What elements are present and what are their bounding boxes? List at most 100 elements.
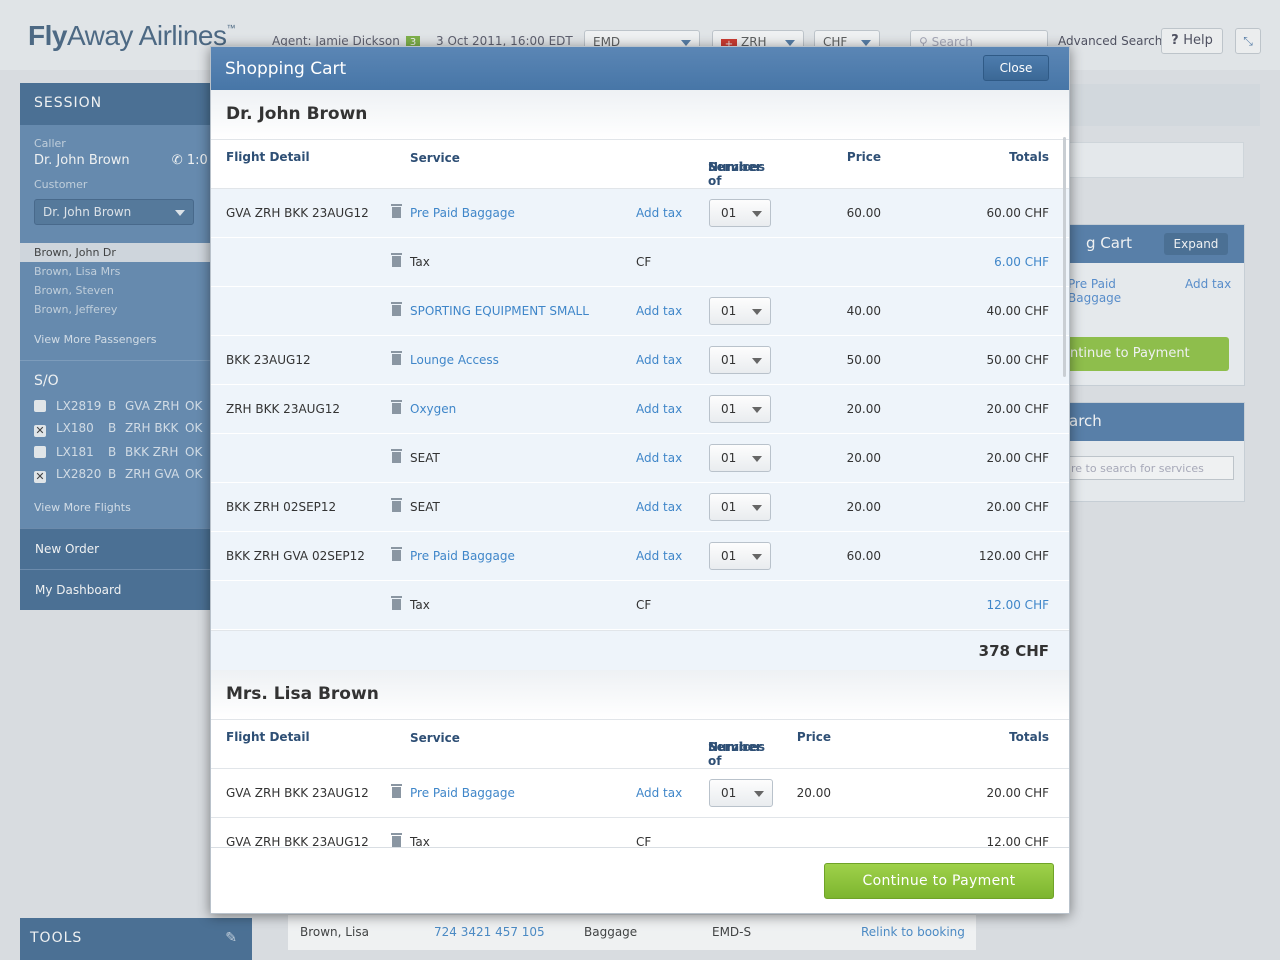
chevron-down-icon	[752, 407, 762, 413]
quantity-select[interactable]: 01	[709, 346, 771, 374]
table-row: GVA ZRH BKK 23AUG12 Tax CF 12.00 CHF	[211, 818, 1069, 848]
chevron-down-icon	[754, 791, 764, 797]
trash-icon[interactable]	[391, 351, 402, 365]
flight-detail: BKK 23AUG12	[226, 353, 311, 367]
service-name[interactable]: Lounge Access	[410, 353, 499, 367]
col-flight-detail: Flight Detail	[226, 730, 310, 744]
total[interactable]: 6.00 CHF	[994, 255, 1049, 269]
trash-icon[interactable]	[391, 498, 402, 512]
total: 50.00 CHF	[986, 353, 1049, 367]
price: 50.00	[846, 353, 881, 367]
continue-to-payment-button[interactable]: Continue to Payment	[824, 863, 1054, 899]
trash-icon[interactable]	[391, 302, 402, 316]
passenger-name: Dr. John Brown	[211, 90, 1069, 140]
flight-detail: GVA ZRH BKK 23AUG12	[226, 206, 369, 220]
modal-header: Shopping Cart Close	[211, 47, 1069, 90]
table-row: Tax CF 6.00 CHF	[211, 238, 1069, 287]
service-name[interactable]: Pre Paid Baggage	[410, 549, 515, 563]
trash-icon[interactable]	[391, 596, 402, 610]
add-tax-link[interactable]: Add tax	[636, 304, 682, 318]
trash-icon[interactable]	[391, 547, 402, 561]
quantity-select[interactable]: 01	[709, 493, 771, 521]
quantity-select[interactable]: 01	[709, 542, 771, 570]
table-row: SEAT Add tax 01 20.00 20.00 CHF	[211, 434, 1069, 483]
table-row: BKK 23AUG12 Lounge Access Add tax 01 50.00 50…	[211, 336, 1069, 385]
trash-icon[interactable]	[391, 784, 402, 798]
table-header: Flight Detail Service Number of Services Pri…	[211, 720, 1069, 769]
scrollbar-thumb[interactable]	[1063, 137, 1066, 377]
price: 60.00	[846, 206, 881, 220]
add-tax-link[interactable]: Add tax	[636, 206, 682, 220]
quantity-select[interactable]: 01	[709, 444, 771, 472]
total: 120.00 CHF	[978, 549, 1049, 563]
table-row: GVA ZRH BKK 23AUG12 Pre Paid Baggage Add t…	[211, 189, 1069, 238]
total: 20.00 CHF	[986, 402, 1049, 416]
trash-icon[interactable]	[391, 204, 402, 218]
col-totals: Totals	[1009, 730, 1049, 744]
passenger-subtotal: 378 CHF	[211, 630, 1069, 670]
add-tax-link[interactable]: Add tax	[636, 786, 682, 800]
price: 40.00	[846, 304, 881, 318]
table-row: BKK ZRH 02SEP12 SEAT Add tax 01 20.00 20.00 C…	[211, 483, 1069, 532]
col-price: Price	[846, 150, 881, 164]
chevron-down-icon	[752, 456, 762, 462]
col-service: Service	[410, 731, 460, 745]
table-row: SPORTING EQUIPMENT SMALL Add tax 01 40.00 40…	[211, 287, 1069, 336]
total: 20.00 CHF	[986, 786, 1049, 800]
add-tax-link[interactable]: Add tax	[636, 500, 682, 514]
service-name[interactable]: Pre Paid Baggage	[410, 786, 515, 800]
price: 20.00	[796, 786, 831, 800]
add-tax-link[interactable]: Add tax	[636, 353, 682, 367]
add-tax-link[interactable]: Add tax	[636, 451, 682, 465]
service-name: SEAT	[410, 451, 440, 465]
tax-code: CF	[636, 255, 652, 269]
col-price: Price	[796, 730, 831, 744]
quantity-select[interactable]: 01	[709, 297, 771, 325]
price: 20.00	[846, 402, 881, 416]
total: 20.00 CHF	[986, 451, 1049, 465]
table-row: GVA ZRH BKK 23AUG12 Pre Paid Baggage Add t…	[211, 769, 1069, 818]
trash-icon[interactable]	[391, 400, 402, 414]
modal-title: Shopping Cart	[225, 59, 347, 79]
table-header: Flight Detail Service Number of Services Pri…	[211, 140, 1069, 189]
add-tax-link[interactable]: Add tax	[636, 402, 682, 416]
price: 20.00	[846, 451, 881, 465]
total: 20.00 CHF	[986, 500, 1049, 514]
quantity-select[interactable]: 01	[709, 779, 773, 807]
trash-icon[interactable]	[391, 833, 402, 847]
chevron-down-icon	[752, 309, 762, 315]
service-name[interactable]: SPORTING EQUIPMENT SMALL	[410, 304, 589, 318]
passenger-name: Mrs. Lisa Brown	[211, 670, 1069, 720]
service-name: Tax	[410, 598, 430, 612]
chevron-down-icon	[752, 211, 762, 217]
quantity-select[interactable]: 01	[709, 395, 771, 423]
flight-detail: ZRH BKK 23AUG12	[226, 402, 341, 416]
chevron-down-icon	[752, 358, 762, 364]
table-row: BKK ZRH GVA 02SEP12 Pre Paid Baggage Add t…	[211, 532, 1069, 581]
chevron-down-icon	[752, 505, 762, 511]
total[interactable]: 12.00 CHF	[987, 598, 1049, 612]
price: 60.00	[846, 549, 881, 563]
close-button[interactable]: Close	[983, 55, 1049, 81]
flight-detail: BKK ZRH 02SEP12	[226, 500, 337, 514]
shopping-cart-modal: Shopping Cart Close Dr. John Brown Flight…	[210, 46, 1070, 914]
add-tax-link[interactable]: Add tax	[636, 549, 682, 563]
cart-scroll-area[interactable]: Dr. John Brown Flight Detail Service Number…	[211, 90, 1069, 848]
service-name[interactable]: Pre Paid Baggage	[410, 206, 515, 220]
modal-footer: Continue to Payment	[211, 847, 1069, 913]
col-totals: Totals	[1009, 150, 1049, 164]
table-row: ZRH BKK 23AUG12 Oxygen Add tax 01 20.00 20.00…	[211, 385, 1069, 434]
trash-icon[interactable]	[391, 449, 402, 463]
table-row: Tax CF 12.00 CHF	[211, 581, 1069, 630]
col-service: Service	[410, 151, 460, 165]
flight-detail: BKK ZRH GVA 02SEP12	[226, 549, 365, 563]
trash-icon[interactable]	[391, 253, 402, 267]
flight-detail: GVA ZRH BKK 23AUG12	[226, 786, 369, 800]
price: 20.00	[846, 500, 881, 514]
quantity-select[interactable]: 01	[709, 199, 771, 227]
total: 60.00 CHF	[986, 206, 1049, 220]
service-name: SEAT	[410, 500, 440, 514]
tax-code: CF	[636, 598, 652, 612]
service-name: Tax	[410, 255, 430, 269]
service-name[interactable]: Oxygen	[410, 402, 456, 416]
